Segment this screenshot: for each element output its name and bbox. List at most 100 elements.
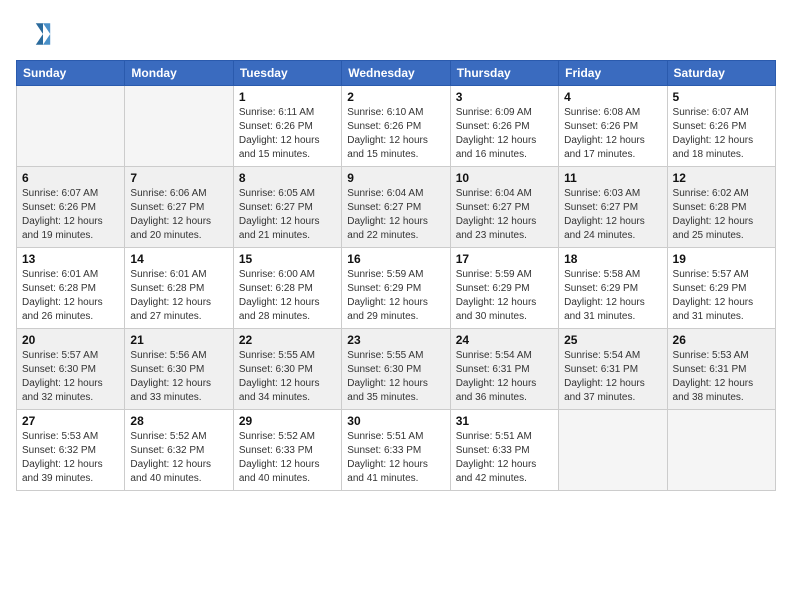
calendar-week-1: 1 Sunrise: 6:11 AMSunset: 6:26 PMDaylight… <box>17 86 776 167</box>
day-info: Sunrise: 6:07 AMSunset: 6:26 PMDaylight:… <box>673 106 770 162</box>
day-info: Sunrise: 6:01 AMSunset: 6:28 PMDaylight:… <box>130 268 227 324</box>
calendar-day: 23 Sunrise: 5:55 AMSunset: 6:30 PMDayligh… <box>342 329 450 410</box>
day-number: 16 <box>347 252 444 266</box>
day-info: Sunrise: 6:04 AMSunset: 6:27 PMDaylight:… <box>347 187 444 243</box>
calendar-day: 16 Sunrise: 5:59 AMSunset: 6:29 PMDayligh… <box>342 248 450 329</box>
calendar-day: 7Sunrise: 6:06 AMSunset: 6:27 PMDaylight… <box>125 167 233 248</box>
calendar-header-row: SundayMondayTuesdayWednesdayThursdayFrid… <box>17 61 776 86</box>
day-info: Sunrise: 5:51 AMSunset: 6:33 PMDaylight:… <box>347 430 444 486</box>
day-number: 2 <box>347 90 444 104</box>
calendar-day: 3Sunrise: 6:09 AMSunset: 6:26 PMDaylight… <box>450 86 558 167</box>
day-number: 14 <box>130 252 227 266</box>
calendar-day: 14 Sunrise: 6:01 AMSunset: 6:28 PMDayligh… <box>125 248 233 329</box>
page-header <box>16 16 776 52</box>
day-number: 11 <box>564 171 661 185</box>
calendar-day <box>17 86 125 167</box>
day-number: 19 <box>673 252 770 266</box>
calendar-day: 30 Sunrise: 5:51 AMSunset: 6:33 PMDayligh… <box>342 410 450 491</box>
calendar-day: 25 Sunrise: 5:54 AMSunset: 6:31 PMDayligh… <box>559 329 667 410</box>
calendar-day: 8 Sunrise: 6:05 AMSunset: 6:27 PMDaylight… <box>233 167 341 248</box>
day-number: 13 <box>22 252 119 266</box>
day-number: 24 <box>456 333 553 347</box>
day-number: 23 <box>347 333 444 347</box>
day-number: 10 <box>456 171 553 185</box>
day-info: Sunrise: 5:59 AMSunset: 6:29 PMDaylight:… <box>347 268 444 324</box>
calendar-week-5: 27 Sunrise: 5:53 AMSunset: 6:32 PMDayligh… <box>17 410 776 491</box>
day-number: 18 <box>564 252 661 266</box>
day-number: 12 <box>673 171 770 185</box>
calendar-day: 2Sunrise: 6:10 AMSunset: 6:26 PMDaylight… <box>342 86 450 167</box>
day-info: Sunrise: 5:55 AMSunset: 6:30 PMDaylight:… <box>347 349 444 405</box>
calendar-day: 29 Sunrise: 5:52 AMSunset: 6:33 PMDayligh… <box>233 410 341 491</box>
calendar-day: 10 Sunrise: 6:04 AMSunset: 6:27 PMDayligh… <box>450 167 558 248</box>
calendar-day: 27 Sunrise: 5:53 AMSunset: 6:32 PMDayligh… <box>17 410 125 491</box>
day-number: 1 <box>239 90 336 104</box>
day-number: 4 <box>564 90 661 104</box>
day-info: Sunrise: 6:07 AMSunset: 6:26 PMDaylight:… <box>22 187 119 243</box>
calendar-day: 20 Sunrise: 5:57 AMSunset: 6:30 PMDayligh… <box>17 329 125 410</box>
header-thursday: Thursday <box>450 61 558 86</box>
day-number: 26 <box>673 333 770 347</box>
logo <box>16 16 56 52</box>
day-number: 20 <box>22 333 119 347</box>
calendar-day <box>667 410 775 491</box>
calendar-day: 11 Sunrise: 6:03 AMSunset: 6:27 PMDayligh… <box>559 167 667 248</box>
calendar-day: 28Sunrise: 5:52 AMSunset: 6:32 PMDayligh… <box>125 410 233 491</box>
calendar-day: 13 Sunrise: 6:01 AMSunset: 6:28 PMDayligh… <box>17 248 125 329</box>
calendar-week-3: 13 Sunrise: 6:01 AMSunset: 6:28 PMDayligh… <box>17 248 776 329</box>
day-info: Sunrise: 5:58 AMSunset: 6:29 PMDaylight:… <box>564 268 661 324</box>
calendar-day: 26 Sunrise: 5:53 AMSunset: 6:31 PMDayligh… <box>667 329 775 410</box>
day-info: Sunrise: 5:53 AMSunset: 6:31 PMDaylight:… <box>673 349 770 405</box>
day-number: 30 <box>347 414 444 428</box>
calendar-day: 21 Sunrise: 5:56 AMSunset: 6:30 PMDayligh… <box>125 329 233 410</box>
day-number: 3 <box>456 90 553 104</box>
day-number: 9 <box>347 171 444 185</box>
day-number: 17 <box>456 252 553 266</box>
day-number: 8 <box>239 171 336 185</box>
day-info: Sunrise: 5:53 AMSunset: 6:32 PMDaylight:… <box>22 430 119 486</box>
header-saturday: Saturday <box>667 61 775 86</box>
calendar-day <box>559 410 667 491</box>
day-number: 31 <box>456 414 553 428</box>
day-info: Sunrise: 5:56 AMSunset: 6:30 PMDaylight:… <box>130 349 227 405</box>
day-number: 25 <box>564 333 661 347</box>
calendar-week-4: 20 Sunrise: 5:57 AMSunset: 6:30 PMDayligh… <box>17 329 776 410</box>
day-info: Sunrise: 6:01 AMSunset: 6:28 PMDaylight:… <box>22 268 119 324</box>
day-info: Sunrise: 6:11 AMSunset: 6:26 PMDaylight:… <box>239 106 336 162</box>
calendar-week-2: 6Sunrise: 6:07 AMSunset: 6:26 PMDaylight… <box>17 167 776 248</box>
day-info: Sunrise: 5:52 AMSunset: 6:33 PMDaylight:… <box>239 430 336 486</box>
day-info: Sunrise: 5:57 AMSunset: 6:30 PMDaylight:… <box>22 349 119 405</box>
calendar-day: 4Sunrise: 6:08 AMSunset: 6:26 PMDaylight… <box>559 86 667 167</box>
day-info: Sunrise: 6:02 AMSunset: 6:28 PMDaylight:… <box>673 187 770 243</box>
day-number: 15 <box>239 252 336 266</box>
day-number: 7 <box>130 171 227 185</box>
calendar-day: 9 Sunrise: 6:04 AMSunset: 6:27 PMDaylight… <box>342 167 450 248</box>
calendar-day: 1 Sunrise: 6:11 AMSunset: 6:26 PMDaylight… <box>233 86 341 167</box>
calendar-day: 17 Sunrise: 5:59 AMSunset: 6:29 PMDayligh… <box>450 248 558 329</box>
day-info: Sunrise: 5:54 AMSunset: 6:31 PMDaylight:… <box>456 349 553 405</box>
day-info: Sunrise: 6:00 AMSunset: 6:28 PMDaylight:… <box>239 268 336 324</box>
day-info: Sunrise: 6:03 AMSunset: 6:27 PMDaylight:… <box>564 187 661 243</box>
day-number: 22 <box>239 333 336 347</box>
header-sunday: Sunday <box>17 61 125 86</box>
day-info: Sunrise: 6:04 AMSunset: 6:27 PMDaylight:… <box>456 187 553 243</box>
day-number: 21 <box>130 333 227 347</box>
header-friday: Friday <box>559 61 667 86</box>
day-number: 29 <box>239 414 336 428</box>
calendar-day: 24 Sunrise: 5:54 AMSunset: 6:31 PMDayligh… <box>450 329 558 410</box>
calendar-day: 31Sunrise: 5:51 AMSunset: 6:33 PMDayligh… <box>450 410 558 491</box>
header-wednesday: Wednesday <box>342 61 450 86</box>
calendar-day: 12 Sunrise: 6:02 AMSunset: 6:28 PMDayligh… <box>667 167 775 248</box>
day-info: Sunrise: 5:55 AMSunset: 6:30 PMDaylight:… <box>239 349 336 405</box>
day-info: Sunrise: 5:54 AMSunset: 6:31 PMDaylight:… <box>564 349 661 405</box>
day-info: Sunrise: 5:52 AMSunset: 6:32 PMDaylight:… <box>130 430 227 486</box>
day-info: Sunrise: 5:59 AMSunset: 6:29 PMDaylight:… <box>456 268 553 324</box>
day-info: Sunrise: 6:05 AMSunset: 6:27 PMDaylight:… <box>239 187 336 243</box>
day-number: 27 <box>22 414 119 428</box>
calendar-day: 15 Sunrise: 6:00 AMSunset: 6:28 PMDayligh… <box>233 248 341 329</box>
day-number: 5 <box>673 90 770 104</box>
calendar-day: 22 Sunrise: 5:55 AMSunset: 6:30 PMDayligh… <box>233 329 341 410</box>
calendar-day: 18 Sunrise: 5:58 AMSunset: 6:29 PMDayligh… <box>559 248 667 329</box>
calendar-day: 6Sunrise: 6:07 AMSunset: 6:26 PMDaylight… <box>17 167 125 248</box>
calendar-day: 19Sunrise: 5:57 AMSunset: 6:29 PMDayligh… <box>667 248 775 329</box>
